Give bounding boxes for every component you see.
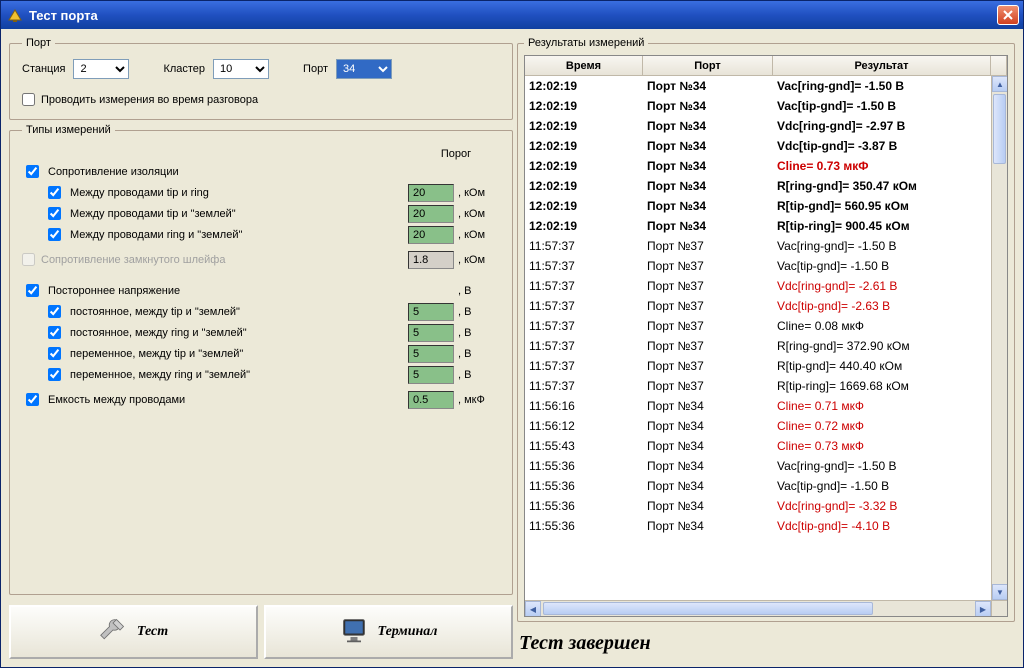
table-row[interactable]: 11:57:37Порт №37R[tip-gnd]= 440.40 кОм — [525, 356, 991, 376]
dc-tip-threshold[interactable] — [408, 303, 454, 321]
ring-gnd-threshold[interactable] — [408, 226, 454, 244]
dc-ring-threshold[interactable] — [408, 324, 454, 342]
port-select[interactable]: 34 — [336, 59, 392, 79]
table-row[interactable]: 11:57:37Порт №37Vdc[ring-gnd]= -2.61 В — [525, 276, 991, 296]
unit-kohm: , кОм — [458, 187, 500, 199]
measure-during-call-checkbox[interactable] — [22, 93, 35, 106]
titlebar[interactable]: Тест порта — [1, 1, 1023, 29]
station-label: Станция — [22, 63, 65, 75]
scroll-up-icon[interactable]: ▲ — [992, 76, 1007, 92]
ac-tip-label: переменное, между tip и "землей" — [70, 348, 243, 360]
results-legend: Результаты измерений — [524, 37, 648, 49]
vertical-scrollbar[interactable]: ▲ ▼ — [991, 76, 1007, 600]
table-row[interactable]: 11:55:36Порт №34Vac[ring-gnd]= -1.50 В — [525, 456, 991, 476]
foreign-volt-label: Постороннее напряжение — [48, 285, 180, 297]
table-row[interactable]: 11:55:36Порт №34Vdc[tip-gnd]= -4.10 В — [525, 516, 991, 536]
loop-label: Сопротивление замкнутого шлейфа — [41, 254, 225, 266]
port-group: Порт Станция 2 Кластер 10 Порт 34 Провод… — [9, 37, 513, 120]
table-row[interactable]: 12:02:19Порт №34R[tip-gnd]= 560.95 кОм — [525, 196, 991, 216]
scroll-thumb-v[interactable] — [993, 94, 1006, 164]
table-row[interactable]: 12:02:19Порт №34R[ring-gnd]= 350.47 кОм — [525, 176, 991, 196]
scroll-right-icon[interactable]: ▶ — [975, 601, 991, 616]
tip-gnd-checkbox[interactable] — [48, 207, 61, 220]
table-row[interactable]: 12:02:19Порт №34Vac[tip-gnd]= -1.50 В — [525, 96, 991, 116]
capacitance-checkbox[interactable] — [26, 393, 39, 406]
ac-tip-threshold[interactable] — [408, 345, 454, 363]
insulation-checkbox[interactable] — [26, 165, 39, 178]
loop-checkbox — [22, 253, 35, 266]
table-row[interactable]: 11:55:36Порт №34Vac[tip-gnd]= -1.50 В — [525, 476, 991, 496]
results-grid[interactable]: Время Порт Результат 12:02:19Порт №34Vac… — [524, 55, 1008, 617]
capacitance-label: Емкость между проводами — [48, 394, 185, 406]
col-time-header[interactable]: Время — [525, 56, 643, 75]
table-row[interactable]: 12:02:19Порт №34Vdc[tip-gnd]= -3.87 В — [525, 136, 991, 156]
types-legend: Типы измерений — [22, 124, 115, 136]
cluster-select[interactable]: 10 — [213, 59, 269, 79]
table-row[interactable]: 11:57:37Порт №37Vdc[tip-gnd]= -2.63 В — [525, 296, 991, 316]
col-port-header[interactable]: Порт — [643, 56, 773, 75]
table-row[interactable]: 11:55:43Порт №34Cline= 0.73 мкФ — [525, 436, 991, 456]
terminal-button[interactable]: Терминал — [264, 605, 513, 659]
port-legend: Порт — [22, 37, 55, 49]
window-title: Тест порта — [29, 8, 98, 23]
table-row[interactable]: 12:02:19Порт №34Vac[ring-gnd]= -1.50 В — [525, 76, 991, 96]
dc-ring-checkbox[interactable] — [48, 326, 61, 339]
table-row[interactable]: 11:57:37Порт №37R[ring-gnd]= 372.90 кОм — [525, 336, 991, 356]
cluster-label: Кластер — [163, 63, 205, 75]
window: Тест порта Порт Станция 2 Кластер 10 Пор… — [0, 0, 1024, 668]
tip-ring-label: Между проводами tip и ring — [70, 187, 209, 199]
dc-tip-checkbox[interactable] — [48, 305, 61, 318]
table-row[interactable]: 11:57:37Порт №37Vac[tip-gnd]= -1.50 В — [525, 256, 991, 276]
scroll-down-icon[interactable]: ▼ — [992, 584, 1007, 600]
ac-ring-label: переменное, между ring и "землей" — [70, 369, 250, 381]
loop-threshold — [408, 251, 454, 269]
tip-ring-checkbox[interactable] — [48, 186, 61, 199]
ring-gnd-checkbox[interactable] — [48, 228, 61, 241]
table-row[interactable]: 11:56:12Порт №34Cline= 0.72 мкФ — [525, 416, 991, 436]
ac-tip-checkbox[interactable] — [48, 347, 61, 360]
status-text: Тест завершен — [517, 628, 1015, 659]
tip-gnd-label: Между проводами tip и "землей" — [70, 208, 236, 220]
monitor-icon — [340, 616, 368, 649]
ring-gnd-label: Между проводами ring и "землей" — [70, 229, 242, 241]
table-row[interactable]: 11:57:37Порт №37Cline= 0.08 мкФ — [525, 316, 991, 336]
table-row[interactable]: 12:02:19Порт №34Cline= 0.73 мкФ — [525, 156, 991, 176]
types-group: Типы измерений Порог Сопротивление изоля… — [9, 124, 513, 595]
table-row[interactable]: 12:02:19Порт №34R[tip-ring]= 900.45 кОм — [525, 216, 991, 236]
capacitance-threshold[interactable] — [408, 391, 454, 409]
horizontal-scrollbar[interactable]: ◀ ▶ — [525, 600, 991, 616]
insulation-label: Сопротивление изоляции — [48, 166, 179, 178]
port-label: Порт — [303, 63, 328, 75]
table-row[interactable]: 11:57:37Порт №37Vac[ring-gnd]= -1.50 В — [525, 236, 991, 256]
scroll-thumb-h[interactable] — [543, 602, 873, 615]
col-result-header[interactable]: Результат — [773, 56, 991, 75]
ac-ring-threshold[interactable] — [408, 366, 454, 384]
wrench-icon — [99, 616, 127, 649]
close-button[interactable] — [997, 5, 1019, 25]
app-icon — [7, 7, 23, 23]
foreign-volt-checkbox[interactable] — [26, 284, 39, 297]
dc-ring-label: постоянное, между ring и "землей" — [70, 327, 247, 339]
ac-ring-checkbox[interactable] — [48, 368, 61, 381]
scroll-left-icon[interactable]: ◀ — [525, 601, 541, 616]
dc-tip-label: постоянное, между tip и "землей" — [70, 306, 240, 318]
station-select[interactable]: 2 — [73, 59, 129, 79]
table-row[interactable]: 11:56:16Порт №34Cline= 0.71 мкФ — [525, 396, 991, 416]
measure-during-call-label: Проводить измерения во время разговора — [41, 94, 258, 106]
tip-gnd-threshold[interactable] — [408, 205, 454, 223]
test-button[interactable]: Тест — [9, 605, 258, 659]
table-row[interactable]: 11:55:36Порт №34Vdc[ring-gnd]= -3.32 В — [525, 496, 991, 516]
tip-ring-threshold[interactable] — [408, 184, 454, 202]
table-row[interactable]: 12:02:19Порт №34Vdc[ring-gnd]= -2.97 В — [525, 116, 991, 136]
table-row[interactable]: 11:57:37Порт №37R[tip-ring]= 1669.68 кОм — [525, 376, 991, 396]
results-group: Результаты измерений Время Порт Результа… — [517, 37, 1015, 622]
threshold-header: Порог — [412, 148, 500, 160]
